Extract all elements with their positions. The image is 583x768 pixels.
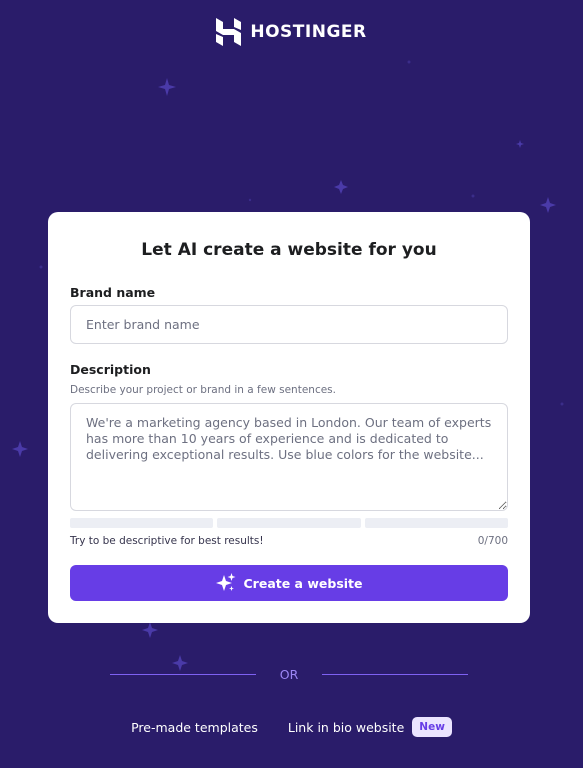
sparkles-icon xyxy=(215,573,235,591)
link-in-bio-link[interactable]: Link in bio website xyxy=(288,720,404,735)
divider-line-left xyxy=(110,673,256,675)
star-icon xyxy=(142,622,158,638)
divider-line-right xyxy=(322,673,468,675)
brand-name-input[interactable] xyxy=(70,305,508,344)
or-label: OR xyxy=(279,666,299,682)
brand-name-label: Brand name xyxy=(70,285,156,300)
hostinger-logo[interactable]: HOSTINGER xyxy=(0,18,583,46)
description-label: Description xyxy=(70,362,151,377)
link-in-bio-option[interactable]: Link in bio website New xyxy=(288,717,452,737)
description-textarea[interactable] xyxy=(70,403,508,511)
star-icon xyxy=(158,78,176,96)
premade-templates-link[interactable]: Pre-made templates xyxy=(131,720,258,735)
create-website-button[interactable]: Create a website xyxy=(70,565,508,601)
or-divider: OR xyxy=(110,664,468,684)
new-badge: New xyxy=(412,717,452,737)
star-icon xyxy=(12,441,28,457)
star-icon xyxy=(540,197,556,213)
create-website-label: Create a website xyxy=(243,575,363,591)
quality-segment xyxy=(364,518,508,528)
quality-segment xyxy=(70,518,214,528)
description-quality-meter xyxy=(70,518,508,528)
star-icon xyxy=(516,140,524,148)
alternative-options: Pre-made templates Link in bio website N… xyxy=(0,717,583,737)
brand-name: HOSTINGER xyxy=(250,22,367,42)
description-hint: Describe your project or brand in a few … xyxy=(70,384,336,396)
hostinger-h-logo-icon xyxy=(216,18,242,46)
star-icon xyxy=(334,180,348,194)
ai-builder-card: Let AI create a website for you Brand na… xyxy=(48,212,530,623)
card-title: Let AI create a website for you xyxy=(141,240,437,260)
character-counter: 0/700 xyxy=(477,535,508,547)
descriptive-hint: Try to be descriptive for best results! xyxy=(70,535,264,547)
quality-segment xyxy=(217,518,361,528)
